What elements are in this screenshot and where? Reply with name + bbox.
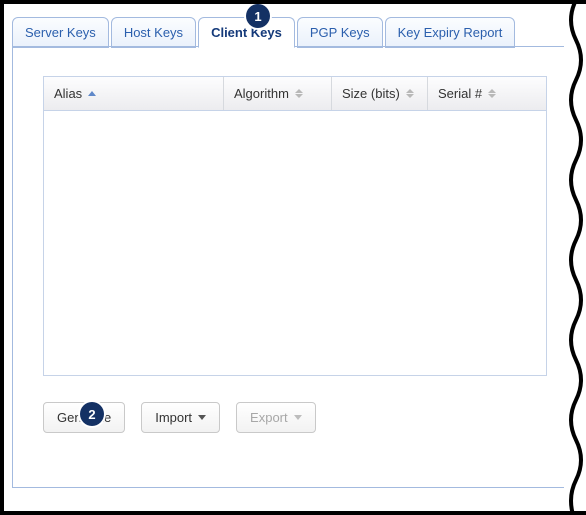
sort-icon [295, 89, 303, 98]
sort-icon [406, 89, 414, 98]
action-buttons: Generate Import Export [43, 402, 547, 433]
tab-pgp-keys[interactable]: PGP Keys [297, 17, 383, 48]
export-button[interactable]: Export [236, 402, 316, 433]
chevron-down-icon [294, 415, 302, 420]
button-label: Import [155, 410, 192, 425]
import-button[interactable]: Import [141, 402, 220, 433]
tab-server-keys[interactable]: Server Keys [12, 17, 109, 48]
column-label: Serial # [438, 86, 482, 101]
column-header-alias[interactable]: Alias [44, 77, 224, 110]
window-frame: 1 2 Server Keys Host Keys Client Keys PG… [0, 0, 586, 515]
chevron-down-icon [198, 415, 206, 420]
column-label: Alias [54, 86, 82, 101]
callout-badge-1: 1 [246, 4, 270, 28]
column-label: Size (bits) [342, 86, 400, 101]
sort-icon [488, 89, 496, 98]
table-header: Alias Algorithm Size (bits) Serial # [44, 77, 546, 111]
callout-badge-2: 2 [80, 402, 104, 426]
tabs-row: Server Keys Host Keys Client Keys PGP Ke… [4, 16, 586, 47]
tab-host-keys[interactable]: Host Keys [111, 17, 196, 48]
tabs-underline [12, 46, 578, 47]
sort-asc-icon [88, 91, 96, 96]
column-label: Algorithm [234, 86, 289, 101]
column-header-size[interactable]: Size (bits) [332, 77, 428, 110]
keys-table: Alias Algorithm Size (bits) Serial # [43, 76, 547, 376]
column-header-serial[interactable]: Serial # [428, 77, 546, 110]
column-header-algorithm[interactable]: Algorithm [224, 77, 332, 110]
button-label: Export [250, 410, 288, 425]
tab-key-expiry-report[interactable]: Key Expiry Report [385, 17, 516, 48]
